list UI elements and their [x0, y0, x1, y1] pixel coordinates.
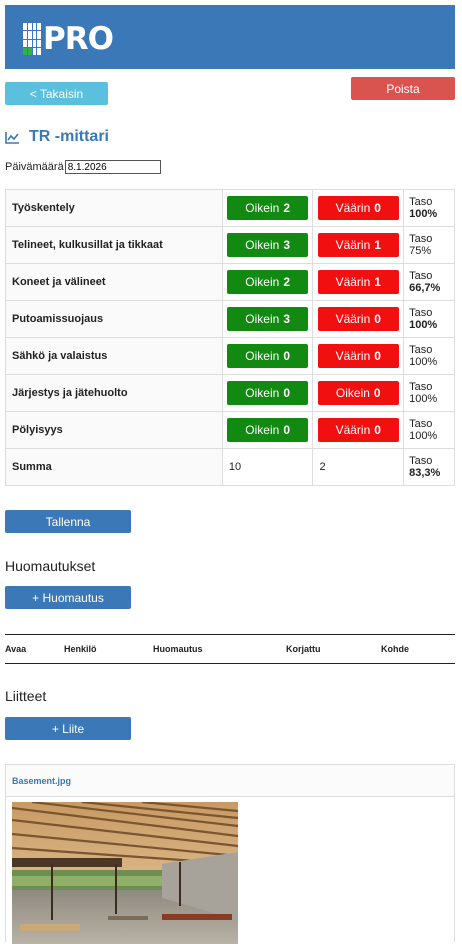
- level-cell: Taso 100%: [403, 337, 455, 375]
- category-label: Työskentely: [5, 189, 223, 227]
- correct-button[interactable]: Oikein 2: [227, 270, 309, 294]
- correct-button[interactable]: Oikein 0: [227, 418, 309, 442]
- correct-button[interactable]: Oikein 2: [227, 196, 309, 220]
- pro-logo[interactable]: PRO: [23, 21, 114, 57]
- date-label: Päivämäärä: [5, 161, 64, 173]
- notes-table-header: Avaa Henkilö Huomautus Korjattu Kohde: [5, 634, 455, 664]
- level-cell: Taso 100%: [403, 374, 455, 412]
- category-label: Koneet ja välineet: [5, 263, 223, 301]
- table-row: Sähkö ja valaistus Oikein 0 Väärin 0 Taso 1…: [5, 337, 455, 375]
- category-label: Järjestys ja jätehuolto: [5, 374, 223, 412]
- back-button[interactable]: < Takaisin: [5, 82, 108, 105]
- column-header[interactable]: Korjattu: [286, 644, 321, 654]
- summary-row: Summa 10 2 Taso 83,3%: [5, 448, 455, 486]
- logo-text: PRO: [43, 21, 114, 57]
- level-cell: Taso 75%: [403, 226, 455, 264]
- category-label: Sähkö ja valaistus: [5, 337, 223, 375]
- wrong-button[interactable]: Väärin 1: [317, 270, 399, 294]
- level-cell: Taso 83,3%: [403, 448, 455, 486]
- notes-heading: Huomautukset: [5, 558, 96, 574]
- add-attachment-button[interactable]: + Liite: [5, 717, 131, 740]
- correct-button[interactable]: Oikein 3: [227, 233, 309, 257]
- attachment-card: Basement.jpg: [5, 764, 455, 944]
- attachment-thumbnail[interactable]: [12, 802, 238, 944]
- correct-button[interactable]: Oikein 0: [227, 344, 309, 368]
- table-row: Koneet ja välineet Oikein 2 Väärin 1 Taso 6…: [5, 263, 455, 301]
- grid-logo-icon: [23, 23, 42, 55]
- meter-table: Työskentely Oikein 2 Väärin 0 Taso 100% Tel…: [5, 189, 455, 486]
- table-row: Pölyisyys Oikein 0 Väärin 0 Taso 100%: [5, 411, 455, 449]
- app-header: PRO: [5, 5, 455, 69]
- column-header[interactable]: Huomautus: [153, 644, 203, 654]
- correct-total: 10: [221, 448, 314, 486]
- summary-label: Summa: [5, 448, 223, 486]
- attachment-filename[interactable]: Basement.jpg: [6, 765, 454, 797]
- level-cell: Taso 100%: [403, 189, 455, 227]
- wrong-button[interactable]: Väärin 1: [317, 233, 399, 257]
- date-input[interactable]: [64, 160, 161, 174]
- column-header[interactable]: Avaa: [5, 644, 26, 654]
- line-chart-icon: [5, 131, 19, 144]
- column-header[interactable]: Henkilö: [64, 644, 97, 654]
- table-row: Järjestys ja jätehuolto Oikein 0 Oikein 0 …: [5, 374, 455, 412]
- level-cell: Taso 100%: [403, 411, 455, 449]
- delete-button[interactable]: Poista: [351, 77, 455, 100]
- wrong-button[interactable]: Väärin 0: [317, 344, 399, 368]
- save-button[interactable]: Tallenna: [5, 510, 131, 533]
- table-row: Työskentely Oikein 2 Väärin 0 Taso 100%: [5, 189, 455, 227]
- column-header[interactable]: Kohde: [381, 644, 409, 654]
- table-row: Telineet, kulkusillat ja tikkaat Oikein 3…: [5, 226, 455, 264]
- wrong-total: 2: [312, 448, 405, 486]
- category-label: Telineet, kulkusillat ja tikkaat: [5, 226, 223, 264]
- category-label: Putoamissuojaus: [5, 300, 223, 338]
- wrong-button[interactable]: Väärin 0: [317, 418, 399, 442]
- wrong-button[interactable]: Väärin 0: [317, 196, 399, 220]
- wrong-button[interactable]: Oikein 0: [317, 381, 399, 405]
- attachments-heading: Liitteet: [5, 688, 47, 704]
- wrong-button[interactable]: Väärin 0: [317, 307, 399, 331]
- table-row: Putoamissuojaus Oikein 3 Väärin 0 Taso 100%: [5, 300, 455, 338]
- correct-button[interactable]: Oikein 3: [227, 307, 309, 331]
- correct-button[interactable]: Oikein 0: [227, 381, 309, 405]
- level-cell: Taso 100%: [403, 300, 455, 338]
- page-title-text: TR -mittari: [29, 128, 109, 145]
- date-row: Päivämäärä: [5, 160, 161, 174]
- level-cell: Taso 66,7%: [403, 263, 455, 301]
- page-title: TR -mittari: [5, 127, 109, 147]
- category-label: Pölyisyys: [5, 411, 223, 449]
- add-note-button[interactable]: + Huomautus: [5, 586, 131, 609]
- basement-photo: [12, 802, 238, 944]
